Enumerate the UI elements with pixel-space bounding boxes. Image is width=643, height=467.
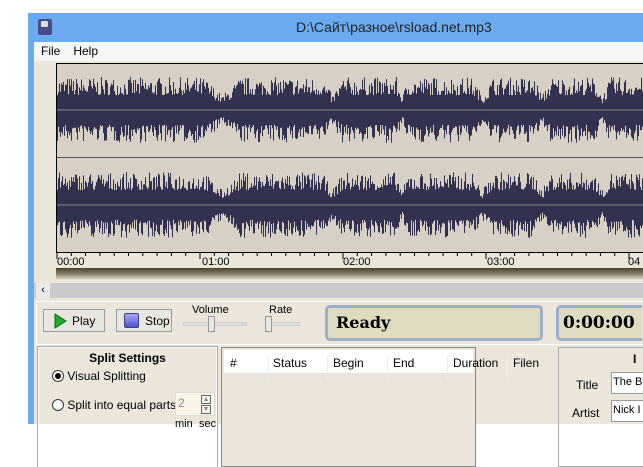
volume-slider[interactable]	[183, 322, 247, 326]
scroll-left-button[interactable]: ‹	[36, 283, 50, 298]
time-label: 01:00	[202, 256, 230, 268]
rate-slider-thumb[interactable]	[265, 316, 272, 332]
volume-label: Volume	[192, 304, 229, 316]
play-icon	[54, 313, 67, 329]
menu-bar: File Help	[34, 42, 643, 61]
segments-list[interactable]: # Status Begin End Duration Filen	[221, 347, 539, 467]
app-window: D:\Сайт\разное\rsload.net.mp3 File Help 0…	[28, 13, 643, 467]
menu-help[interactable]: Help	[66, 42, 104, 58]
id3-tags-panel: I Title The B Artist Nick I	[558, 347, 643, 467]
title-label: Title	[576, 378, 599, 392]
visual-splitting-label: Visual Splitting	[67, 369, 146, 383]
segments-header: # Status Begin End Duration Filen	[224, 350, 539, 380]
id3-panel-title: I	[633, 352, 637, 366]
time-label: 02:00	[343, 256, 371, 268]
rate-label: Rate	[269, 304, 293, 316]
parts-count-stepper[interactable]: 2 ▲ ▼	[175, 392, 215, 416]
column-header-duration[interactable]: Duration	[448, 356, 508, 380]
column-header-filename[interactable]: Filen	[508, 356, 548, 380]
artist-label: Artist	[572, 406, 600, 420]
equal-parts-label: Split into equal parts	[67, 398, 177, 412]
artist-field[interactable]: Nick I	[611, 400, 643, 422]
time-display: 0:00:00	[556, 305, 642, 341]
overview-bar	[56, 268, 643, 280]
volume-slider-thumb[interactable]	[208, 316, 215, 332]
radio-checked-icon	[52, 370, 64, 382]
stop-button[interactable]: Stop	[116, 309, 172, 332]
time-ruler: 00:00 01:00 02:00 03:00 04	[56, 252, 643, 268]
visual-splitting-radio[interactable]: Visual Splitting	[52, 369, 146, 383]
play-button[interactable]: Play	[43, 309, 105, 332]
time-label: 03:00	[487, 256, 515, 268]
stop-label: Stop	[145, 314, 170, 328]
column-header-begin[interactable]: Begin	[328, 356, 388, 380]
column-header-number[interactable]: #	[230, 356, 269, 380]
playback-controls: Play Stop Volume Rate Ready 0:00:00	[36, 301, 643, 345]
horizontal-scrollbar[interactable]: ‹	[34, 283, 643, 298]
status-display: Ready	[325, 305, 543, 341]
window-title: D:\Сайт\разное\rsload.net.mp3	[296, 19, 492, 35]
client-area: File Help 00:00 01:00 02:00 03:00 04 ‹ P…	[34, 42, 643, 467]
app-icon	[38, 19, 52, 35]
title-bar[interactable]: D:\Сайт\разное\rsload.net.mp3	[28, 13, 643, 42]
parts-count-value: 2	[178, 396, 185, 410]
play-label: Play	[72, 314, 96, 328]
time-label: 00:00	[57, 256, 85, 268]
spin-up-icon[interactable]: ▲	[201, 395, 211, 404]
min-label: min	[175, 418, 193, 430]
time-label: 04	[628, 256, 641, 268]
split-settings-title: Split Settings	[89, 351, 166, 365]
sec-label: sec	[199, 418, 217, 430]
radio-unchecked-icon	[52, 399, 64, 411]
waveform-view[interactable]	[56, 63, 643, 253]
bottom-panels: Split Settings Visual Splitting Split in…	[36, 346, 643, 467]
column-header-status[interactable]: Status	[268, 356, 328, 380]
split-settings-panel: Split Settings Visual Splitting Split in…	[37, 346, 218, 467]
equal-parts-radio[interactable]: Split into equal parts	[52, 398, 176, 412]
title-field[interactable]: The B	[611, 372, 643, 394]
menu-file[interactable]: File	[34, 42, 66, 58]
stop-icon	[124, 313, 139, 328]
column-header-end[interactable]: End	[388, 356, 448, 380]
spin-down-icon[interactable]: ▼	[201, 405, 211, 414]
